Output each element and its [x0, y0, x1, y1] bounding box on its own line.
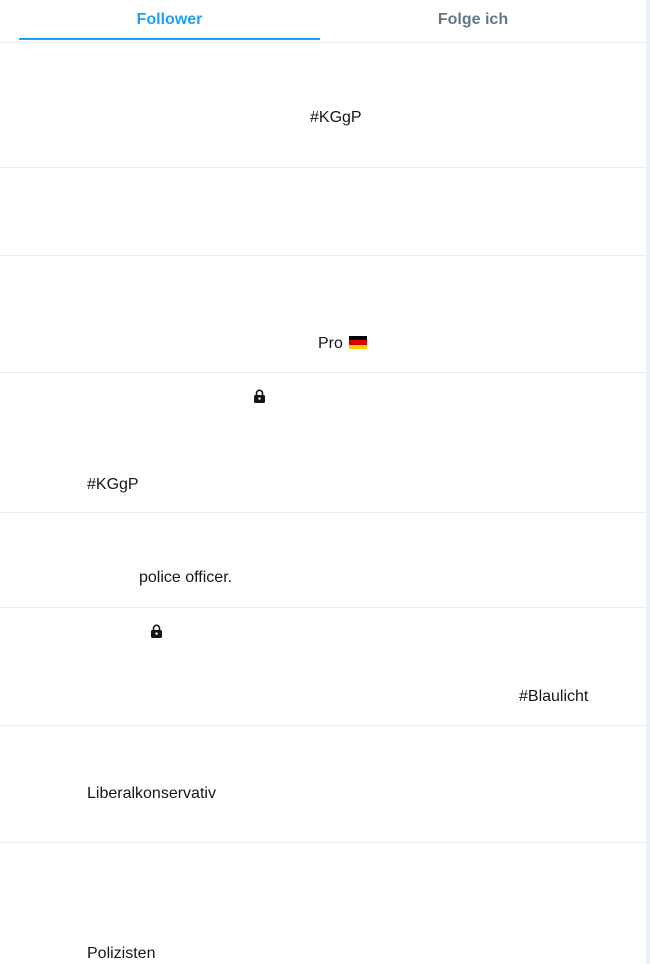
- user-bio: #KGgP: [87, 476, 139, 493]
- user-bio: Pro: [318, 335, 367, 353]
- user-bio-text: Pro: [318, 335, 343, 352]
- list-item[interactable]: Liberalkonservativ: [0, 726, 646, 843]
- list-item[interactable]: #Blaulicht: [0, 608, 646, 726]
- tab-bar: Follower Folge ich: [0, 0, 646, 43]
- list-item[interactable]: [0, 168, 646, 256]
- list-item[interactable]: police officer.: [0, 513, 646, 608]
- list-item[interactable]: #KGgP: [0, 373, 646, 513]
- user-bio: Liberalkonservativ: [87, 785, 216, 802]
- user-bio: police officer.: [139, 569, 233, 586]
- list-item[interactable]: #KGgP: [0, 42, 646, 168]
- tab-follower[interactable]: Follower: [19, 0, 320, 40]
- lock-icon: [253, 389, 266, 403]
- user-bio: #Blaulicht: [519, 688, 589, 705]
- list-item[interactable]: Pro: [0, 256, 646, 373]
- lock-icon: [150, 624, 163, 638]
- list-item[interactable]: Polizisten: [0, 843, 646, 964]
- tab-following[interactable]: Folge ich: [320, 0, 626, 40]
- user-bio: #KGgP: [310, 109, 362, 126]
- germany-flag-icon: [348, 336, 367, 349]
- active-tab-indicator: [19, 38, 320, 40]
- scrollbar-track[interactable]: [646, 0, 650, 964]
- user-bio: Polizisten: [87, 945, 156, 962]
